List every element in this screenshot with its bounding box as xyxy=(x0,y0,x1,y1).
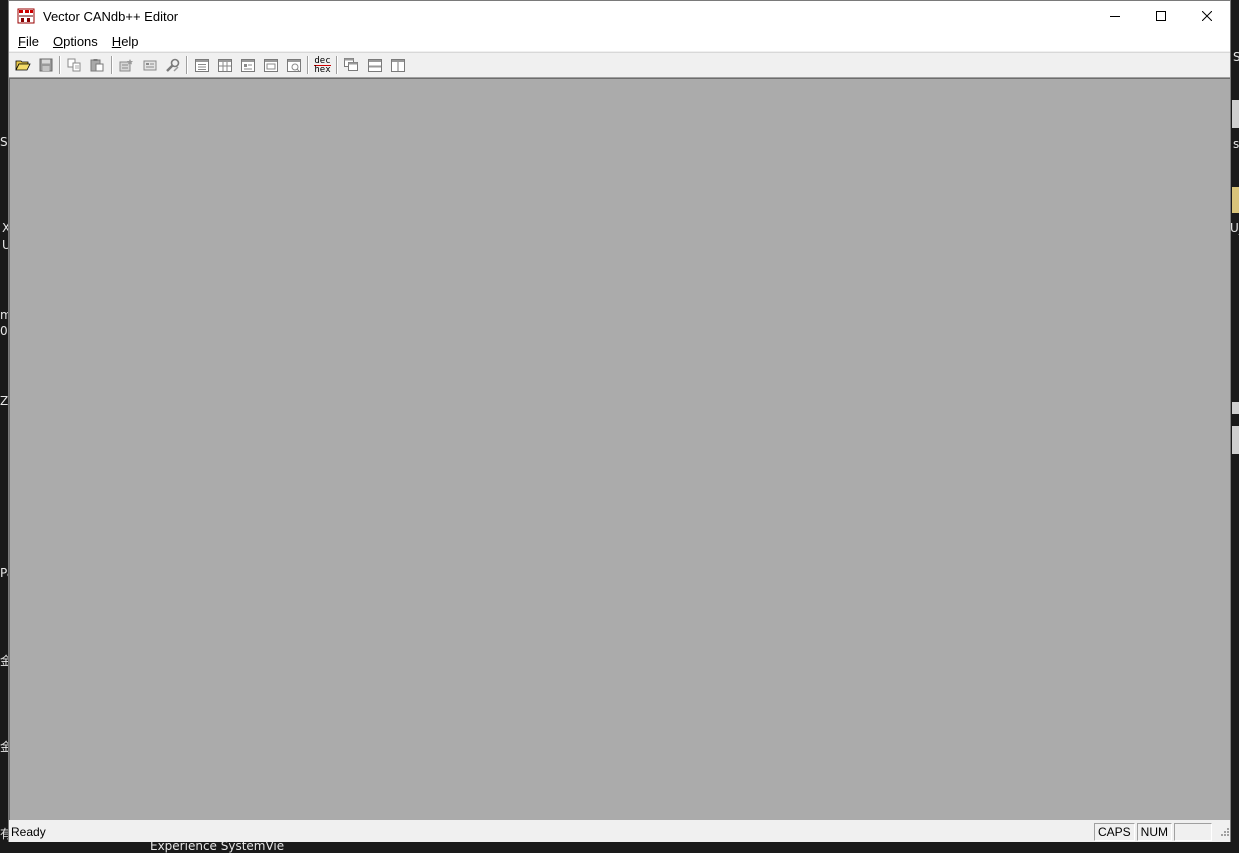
menu-file[interactable]: File xyxy=(11,34,46,49)
properties-icon xyxy=(143,60,156,71)
toolbar-separator xyxy=(186,56,188,74)
toolbar-separator xyxy=(59,56,61,74)
window-title: Vector CANdb++ Editor xyxy=(43,8,179,24)
mdi-client-area[interactable] xyxy=(9,78,1230,820)
menu-help[interactable]: Help xyxy=(105,34,146,49)
wrench-icon xyxy=(166,58,180,72)
toolbar-separator xyxy=(336,56,338,74)
graphic-view-icon xyxy=(286,58,301,72)
paste-button[interactable] xyxy=(86,54,109,76)
save-disk-icon xyxy=(39,58,52,72)
desktop-tile xyxy=(1232,426,1239,454)
copy-icon xyxy=(67,58,81,72)
open-button[interactable] xyxy=(11,54,34,76)
title-bar[interactable]: Vector CANdb++ Editor xyxy=(9,1,1230,31)
view-list-button[interactable] xyxy=(190,54,213,76)
candb-app-icon xyxy=(17,8,35,24)
scroll-indicator xyxy=(1174,823,1212,841)
resize-grip-icon[interactable] xyxy=(1216,825,1230,839)
desktop-fragment: S xyxy=(0,135,8,149)
desktop-fragment: Z xyxy=(0,394,9,408)
close-button[interactable] xyxy=(1184,1,1230,31)
desktop-fragment: s xyxy=(1233,137,1239,151)
tile-horizontal-button[interactable] xyxy=(363,54,386,76)
minimize-icon xyxy=(1110,16,1120,17)
maximize-icon xyxy=(1156,11,1166,21)
maximize-button[interactable] xyxy=(1138,1,1184,31)
desktop-fragment: S xyxy=(1233,50,1239,64)
tile-vertical-icon xyxy=(390,58,405,72)
copy-button[interactable] xyxy=(63,54,86,76)
detail-view-icon xyxy=(240,58,255,72)
paste-icon xyxy=(90,59,104,72)
toolbar: dec hex xyxy=(9,52,1230,78)
view-detail-button[interactable] xyxy=(236,54,259,76)
status-text: Ready xyxy=(11,825,46,839)
app-window: Vector CANdb++ Editor File Options Help xyxy=(8,0,1231,842)
properties-button[interactable] xyxy=(138,54,161,76)
hex-label: hex xyxy=(314,64,331,75)
num-indicator: NUM xyxy=(1136,823,1172,841)
view-graphic-button[interactable] xyxy=(282,54,305,76)
toolbar-separator xyxy=(111,56,113,74)
save-button[interactable] xyxy=(34,54,57,76)
menu-bar: File Options Help xyxy=(9,31,1230,51)
caps-indicator: CAPS xyxy=(1093,823,1135,841)
dec-hex-toggle-button[interactable]: dec hex xyxy=(311,54,334,76)
close-icon xyxy=(1202,11,1212,21)
tile-vertical-button[interactable] xyxy=(386,54,409,76)
toolbar-separator xyxy=(307,56,309,74)
tools-button[interactable] xyxy=(161,54,184,76)
menu-options[interactable]: Options xyxy=(46,34,105,49)
view-window-button[interactable] xyxy=(259,54,282,76)
list-view-icon xyxy=(194,58,209,72)
desktop-fragment: 0 xyxy=(0,324,8,338)
new-object-icon xyxy=(119,59,133,72)
open-folder-icon xyxy=(14,60,31,71)
view-table-button[interactable] xyxy=(213,54,236,76)
desktop-tile xyxy=(1232,187,1239,213)
cascade-icon xyxy=(344,58,358,71)
tile-horizontal-icon xyxy=(367,58,382,72)
status-bar: Ready CAPS NUM xyxy=(9,822,1230,842)
window-controls xyxy=(1092,1,1230,31)
table-view-icon xyxy=(217,58,232,72)
window-view-icon xyxy=(263,58,278,72)
new-object-button[interactable] xyxy=(115,54,138,76)
desktop-fragment: U_ xyxy=(1230,221,1239,235)
cascade-windows-button[interactable] xyxy=(340,54,363,76)
desktop-tile xyxy=(1232,402,1239,414)
minimize-button[interactable] xyxy=(1092,1,1138,31)
desktop-tile xyxy=(1232,100,1239,128)
dec-label: dec xyxy=(314,55,331,66)
